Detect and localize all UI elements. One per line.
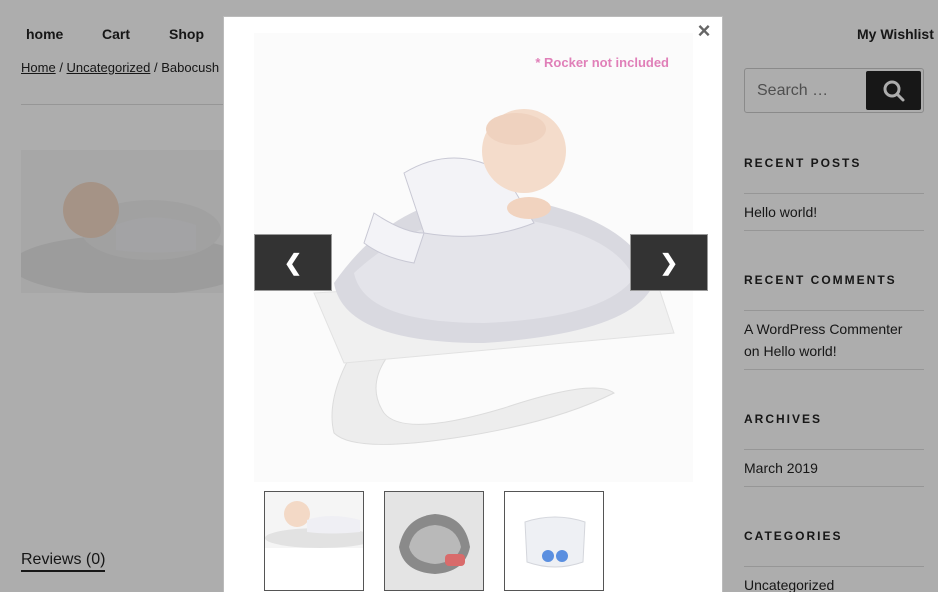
thumbnail-3[interactable] [504, 491, 604, 591]
close-icon[interactable]: × [694, 20, 714, 42]
white-cushion-icon [505, 492, 603, 590]
baby-photo-icon [265, 492, 363, 548]
thumbnail-strip [264, 491, 684, 591]
chevron-left-icon: ❮ [283, 249, 303, 275]
grey-cushion-icon [385, 492, 483, 590]
thumbnail-1[interactable] [264, 491, 364, 591]
next-image-button[interactable]: ❯ [630, 234, 708, 291]
image-lightbox: × * Rocker not included ❮ ❯ [223, 16, 723, 592]
thumbnail-2[interactable] [384, 491, 484, 591]
prev-image-button[interactable]: ❮ [254, 234, 332, 291]
rocker-note: * Rocker not included [535, 55, 669, 70]
chevron-right-icon: ❯ [659, 249, 679, 275]
